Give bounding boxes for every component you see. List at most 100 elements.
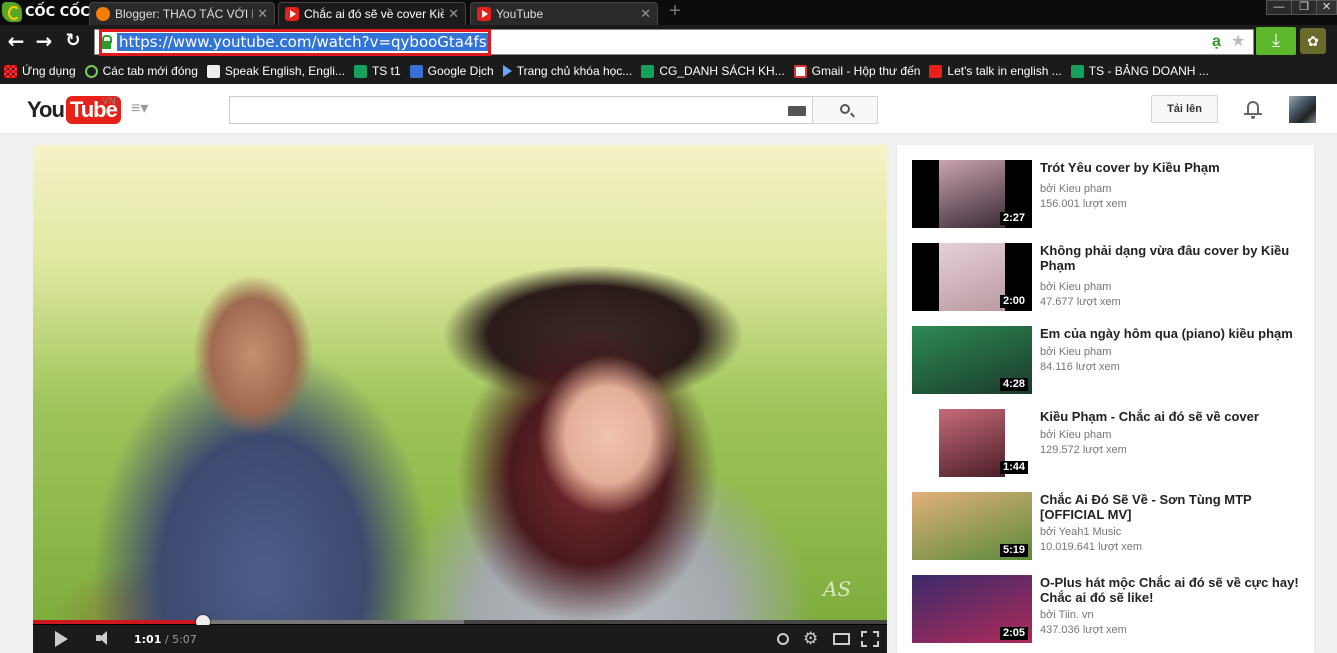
channel-name: bởi Kieu pham	[1040, 183, 1112, 195]
tab-close-icon[interactable]: ✕	[640, 6, 651, 22]
tab-strip: CỐC CỐC Blogger: THAO TÁC VỚI FI ✕ Chắc …	[0, 0, 1337, 25]
refresh-icon	[84, 64, 98, 78]
extension-button[interactable]: ✿	[1300, 28, 1326, 54]
thumbnail-image	[939, 160, 1005, 228]
notification-bell-icon[interactable]	[1244, 99, 1262, 119]
bookmark-recent-tabs[interactable]: Các tab mới đóng	[84, 64, 198, 78]
bookmark-lets-talk[interactable]: Let's talk in english ...	[929, 64, 1062, 78]
video-watermark: AS	[823, 577, 852, 601]
video-title[interactable]: Không phải dạng vừa đâu cover by Kiều Ph…	[1040, 243, 1302, 273]
bookmark-label: Speak English, Engli...	[224, 64, 345, 78]
view-count: 156.001 lượt xem	[1040, 198, 1127, 210]
reload-icon[interactable]: ↻	[62, 31, 84, 53]
video-title[interactable]: Kiều Phạm - Chắc ai đó sẽ về cover	[1040, 409, 1302, 424]
guide-menu-icon[interactable]: ≡▾	[131, 101, 155, 117]
bookmark-star-icon[interactable]: ★	[1231, 32, 1245, 52]
logo-you: You	[27, 97, 65, 122]
bookmark-course-home[interactable]: Trang chủ khóa học...	[502, 64, 633, 78]
channel-name: bởi Kieu pham	[1040, 281, 1112, 293]
bookmark-speak-english[interactable]: Speak English, Engli...	[206, 64, 345, 78]
region-label: VN	[102, 96, 116, 107]
url-highlight-box	[99, 29, 491, 56]
address-bar[interactable]: https://www.youtube.com/watch?v=qybooGta…	[94, 29, 1254, 56]
video-thumbnail[interactable]: 2:00	[912, 243, 1032, 311]
video-thumbnail[interactable]: 1:44	[912, 409, 1032, 477]
fullscreen-icon[interactable]	[861, 631, 879, 647]
related-video-item[interactable]: 2:05 O-Plus hát mộc Chắc ai đó sẽ về cực…	[912, 575, 1307, 645]
bookmark-label: CG_DANH SÁCH KH...	[659, 64, 785, 78]
back-arrow-icon[interactable]: ←	[5, 31, 27, 53]
tab-current-video[interactable]: Chắc ai đó sẽ về cover Kiều ✕	[278, 2, 466, 25]
bookmark-label: Các tab mới đóng	[102, 64, 198, 78]
youtube-logo[interactable]: You Tube VN	[27, 96, 121, 124]
video-title[interactable]: Trót Yêu cover by Kiều Phạm	[1040, 160, 1302, 175]
bookmark-cg-list[interactable]: CG_DANH SÁCH KH...	[641, 64, 785, 78]
search-button[interactable]	[812, 96, 878, 124]
apps-icon	[4, 64, 17, 78]
video-title[interactable]: Em của ngày hôm qua (piano) kiều phạm	[1040, 326, 1302, 341]
sheets-icon	[641, 64, 655, 78]
vietnamese-input-icon[interactable]: ạ	[1212, 32, 1221, 52]
browser-brand[interactable]: CỐC CỐC	[2, 1, 90, 23]
video-title[interactable]: Chắc Ai Đó Sẽ Về - Sơn Tùng MTP [OFFICIA…	[1040, 492, 1302, 522]
download-button[interactable]: ⤓	[1256, 27, 1296, 55]
new-tab-button[interactable]: +	[666, 1, 684, 21]
gear-icon[interactable]: ⚙	[803, 631, 819, 648]
channel-name: bởi Kieu pham	[1040, 346, 1112, 358]
related-video-item[interactable]: 1:44 Kiều Phạm - Chắc ai đó sẽ về cover …	[912, 409, 1307, 479]
keyboard-icon[interactable]	[788, 106, 806, 116]
related-video-item[interactable]: 5:19 Chắc Ai Đó Sẽ Về - Sơn Tùng MTP [OF…	[912, 492, 1307, 562]
minimize-button[interactable]: —	[1266, 0, 1292, 15]
bookmark-gmail[interactable]: Gmail - Hộp thư đến	[793, 64, 920, 78]
restore-button[interactable]: ❐	[1291, 0, 1317, 15]
duration-badge: 5:19	[999, 544, 1028, 557]
view-count: 129.572 lượt xem	[1040, 444, 1127, 456]
browser-chrome: CỐC CỐC Blogger: THAO TÁC VỚI FI ✕ Chắc …	[0, 0, 1337, 84]
thumbnail-image	[939, 409, 1005, 477]
tab-close-icon[interactable]: ✕	[257, 6, 268, 22]
navigation-bar: ← → ↻ https://www.youtube.com/watch?v=qy…	[0, 25, 1337, 59]
related-video-item[interactable]: 2:27 Trót Yêu cover by Kiều Phạm bởi Kie…	[912, 160, 1307, 230]
bookmark-label: Trang chủ khóa học...	[516, 64, 633, 78]
bookmark-ts-t1[interactable]: TS t1	[353, 64, 401, 78]
time-display: 1:01 / 5:07	[134, 633, 197, 646]
related-videos-sidebar: 2:27 Trót Yêu cover by Kiều Phạm bởi Kie…	[897, 145, 1314, 653]
bookmark-apps[interactable]: Ứng dụng	[4, 64, 76, 78]
upload-button[interactable]: Tải lên	[1151, 95, 1218, 123]
video-thumbnail[interactable]: 2:05	[912, 575, 1032, 643]
duration-badge: 2:27	[999, 212, 1028, 225]
annotations-icon[interactable]	[777, 633, 789, 645]
volume-icon[interactable]	[96, 631, 110, 645]
tab-blogger[interactable]: Blogger: THAO TÁC VỚI FI ✕	[89, 2, 275, 25]
forward-arrow-icon[interactable]: →	[33, 31, 55, 53]
avatar[interactable]	[1289, 96, 1316, 123]
video-title[interactable]: O-Plus hát mộc Chắc ai đó sẽ về cực hay!…	[1040, 575, 1302, 605]
tab-youtube[interactable]: YouTube ✕	[470, 2, 658, 25]
search-icon	[840, 104, 850, 114]
progress-bar[interactable]	[33, 620, 887, 624]
video-frame[interactable]	[33, 145, 887, 620]
youtube-masthead: You Tube VN ≡▾ Tải lên	[0, 84, 1337, 134]
theater-mode-icon[interactable]	[833, 633, 850, 645]
related-video-item[interactable]: 4:28 Em của ngày hôm qua (piano) kiều ph…	[912, 326, 1307, 396]
translate-icon	[409, 64, 423, 78]
view-count: 10.019.641 lượt xem	[1040, 541, 1143, 553]
blogger-icon	[96, 7, 110, 21]
video-thumbnail[interactable]: 2:27	[912, 160, 1032, 228]
tab-close-icon[interactable]: ✕	[448, 6, 459, 22]
current-time: 1:01	[134, 633, 162, 646]
extension-icon: ✿	[1307, 33, 1319, 49]
close-window-button[interactable]: ✕	[1316, 0, 1337, 15]
bookmark-label: TS t1	[371, 64, 401, 78]
play-icon[interactable]	[55, 631, 68, 647]
bookmark-ts-revenue[interactable]: TS - BẢNG DOANH ...	[1070, 64, 1209, 78]
bookmark-google-translate[interactable]: Google Dịch	[409, 64, 494, 78]
video-player[interactable]: AS 1:01 / 5:07 ⚙	[33, 145, 887, 653]
sheets-icon	[353, 64, 367, 78]
video-thumbnail[interactable]: 4:28	[912, 326, 1032, 394]
related-video-item[interactable]: 2:00 Không phải dạng vừa đâu cover by Ki…	[912, 243, 1307, 313]
search-input[interactable]	[229, 96, 813, 124]
youtube-icon	[477, 7, 491, 21]
video-thumbnail[interactable]: 5:19	[912, 492, 1032, 560]
player-controls: 1:01 / 5:07 ⚙	[33, 625, 887, 653]
